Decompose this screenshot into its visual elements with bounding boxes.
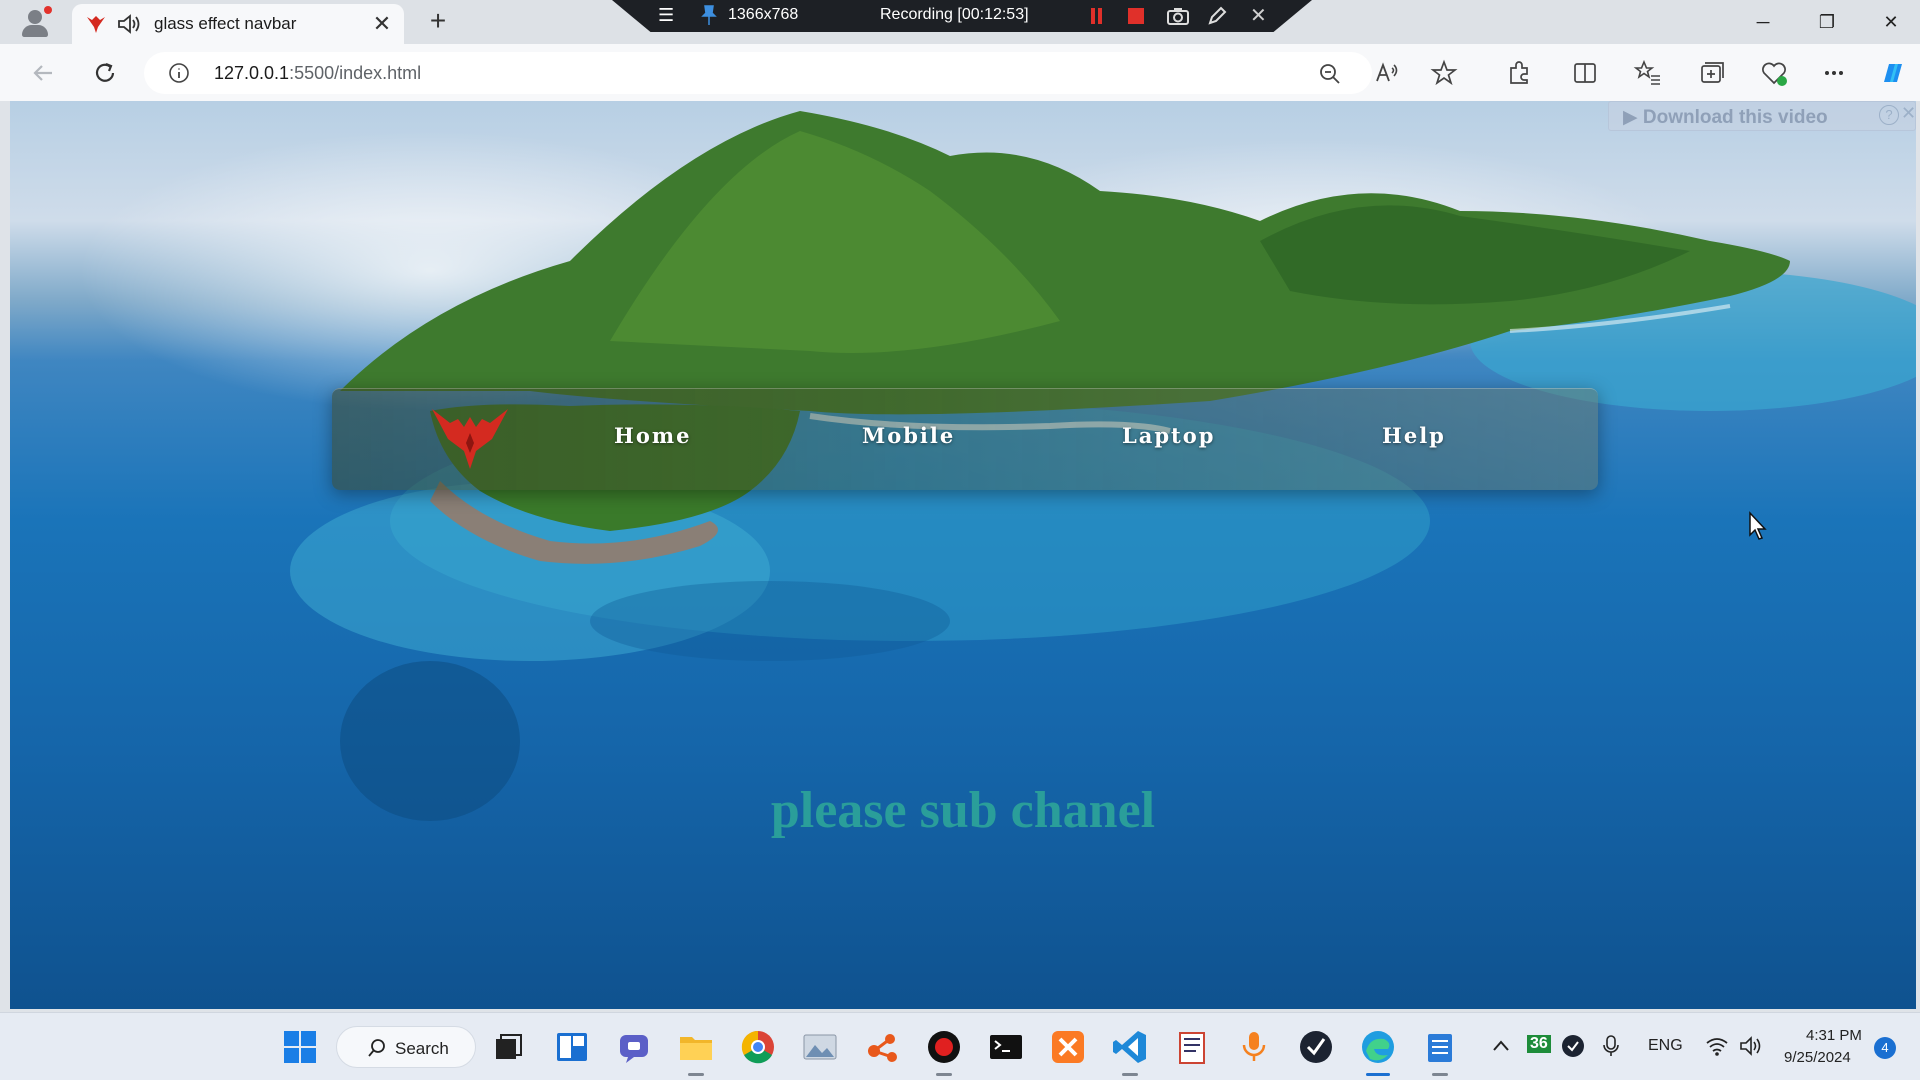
recorder-pause-icon[interactable]	[1090, 8, 1104, 24]
notepad-icon[interactable]	[1420, 1027, 1460, 1067]
tab-close-icon[interactable]: ✕	[368, 10, 396, 38]
recorder-stop-icon[interactable]	[1128, 8, 1144, 24]
network-app-icon[interactable]	[862, 1027, 902, 1067]
clock-date[interactable]: 9/25/2024	[1784, 1049, 1851, 1066]
download-help-icon[interactable]: ?	[1879, 105, 1899, 125]
island-background-image	[290, 111, 1916, 821]
reload-icon[interactable]	[88, 56, 122, 90]
windows-taskbar: Search 36 ENG 4:31 PM 9/25/2024 4	[0, 1012, 1920, 1080]
read-aloud-icon[interactable]	[1370, 56, 1404, 90]
download-video-label[interactable]: ▶ Download this video	[1623, 106, 1828, 129]
window-close-icon[interactable]: ✕	[1868, 6, 1914, 38]
split-screen-icon[interactable]	[1568, 56, 1602, 90]
tab-title: glass effect navbar	[154, 14, 297, 33]
more-options-icon[interactable]	[1817, 56, 1851, 90]
volume-icon[interactable]	[1738, 1033, 1764, 1059]
notification-count-badge[interactable]: 4	[1874, 1037, 1896, 1059]
tray-viber-icon[interactable]	[1560, 1033, 1586, 1059]
recorder-camera-icon[interactable]	[1166, 6, 1190, 26]
keyboard-language[interactable]: ENG	[1648, 1037, 1683, 1055]
search-icon	[368, 1039, 385, 1057]
extensions-puzzle-icon[interactable]	[1502, 56, 1536, 90]
browser-tab-active[interactable]: glass effect navbar ✕	[72, 4, 404, 44]
eagle-favicon-icon	[87, 16, 105, 33]
show-hidden-icons-chevron-icon[interactable]	[1486, 1031, 1516, 1061]
browser-tab-strip: glass effect navbar ✕ + ☰ 1366x768 Recor…	[0, 0, 1920, 44]
download-close-icon[interactable]: ✕	[1901, 103, 1916, 124]
taskbar-search-box[interactable]: Search	[336, 1026, 476, 1068]
copilot-icon[interactable]	[1876, 56, 1910, 90]
new-tab-button[interactable]: +	[422, 6, 454, 38]
address-bar[interactable]: 127.0.0.1:5500/index.html	[144, 52, 1372, 94]
screen-recorder-bar: ☰ 1366x768 Recording [00:12:53] ✕	[612, 0, 1312, 32]
favorites-list-icon[interactable]	[1631, 56, 1665, 90]
edge-browser-icon[interactable]	[1358, 1027, 1398, 1067]
xampp-icon[interactable]	[1048, 1027, 1088, 1067]
tab-audio-speaker-icon[interactable]	[116, 12, 142, 36]
site-info-icon[interactable]	[168, 62, 190, 84]
collections-icon[interactable]	[1694, 56, 1728, 90]
profile-avatar-icon[interactable]	[18, 6, 52, 40]
eagle-logo-icon[interactable]	[428, 403, 512, 471]
window-minimize-icon[interactable]: ─	[1740, 6, 1786, 38]
windows-start-icon[interactable]	[280, 1027, 320, 1067]
chrome-icon[interactable]	[738, 1027, 778, 1067]
back-arrow-icon[interactable]	[26, 56, 60, 90]
vscode-icon[interactable]	[1110, 1027, 1150, 1067]
terminal-icon[interactable]	[986, 1027, 1026, 1067]
tray-badge-count[interactable]: 36	[1527, 1035, 1551, 1053]
nav-link-laptop[interactable]: Laptop	[1122, 423, 1215, 448]
photos-icon[interactable]	[800, 1027, 840, 1067]
download-video-text: Download this video	[1642, 107, 1828, 128]
search-label: Search	[395, 1039, 449, 1058]
browser-toolbar: 127.0.0.1:5500/index.html	[0, 44, 1920, 101]
teams-chat-icon[interactable]	[614, 1027, 654, 1067]
nav-link-help[interactable]: Help	[1382, 423, 1446, 448]
recorder-close-icon[interactable]: ✕	[1250, 3, 1267, 28]
viber-check-icon[interactable]	[1296, 1027, 1336, 1067]
voice-recorder-icon[interactable]	[1234, 1027, 1274, 1067]
zoom-out-icon[interactable]	[1316, 60, 1344, 88]
widgets-icon[interactable]	[552, 1027, 592, 1067]
recorder-menu-icon[interactable]: ☰	[658, 5, 674, 26]
microphone-icon[interactable]	[1598, 1033, 1624, 1059]
browser-essentials-icon[interactable]	[1757, 56, 1791, 90]
address-url[interactable]: 127.0.0.1:5500/index.html	[214, 63, 421, 84]
obs-record-icon[interactable]	[924, 1027, 964, 1067]
mouse-cursor-icon	[1749, 511, 1767, 540]
task-view-icon[interactable]	[488, 1027, 528, 1067]
recorder-resolution: 1366x768	[728, 6, 799, 23]
clock-time[interactable]: 4:31 PM	[1806, 1027, 1862, 1044]
notepad-app-icon[interactable]	[1172, 1027, 1212, 1067]
favorite-star-icon[interactable]	[1427, 56, 1461, 90]
glass-navbar: Home Mobile Laptop Help	[332, 388, 1598, 490]
wifi-icon[interactable]	[1704, 1033, 1730, 1059]
recorder-status: Recording [00:12:53]	[880, 6, 1029, 23]
hero-heading: please sub chanel	[770, 782, 1156, 839]
nav-link-mobile[interactable]: Mobile	[862, 423, 955, 448]
url-host: 127.0.0.1	[214, 63, 290, 83]
url-path: :5500/index.html	[289, 63, 422, 83]
window-restore-icon[interactable]: ❐	[1804, 6, 1850, 38]
page-viewport: ▶ Download this video ? ✕ Home Mobile La…	[10, 101, 1916, 1009]
file-explorer-icon[interactable]	[676, 1027, 716, 1067]
nav-link-home[interactable]: Home	[614, 423, 691, 448]
download-video-overlay[interactable]: ▶ Download this video ? ✕	[1608, 101, 1916, 131]
recorder-pen-icon[interactable]	[1206, 5, 1228, 27]
recorder-pin-icon[interactable]	[700, 4, 718, 26]
